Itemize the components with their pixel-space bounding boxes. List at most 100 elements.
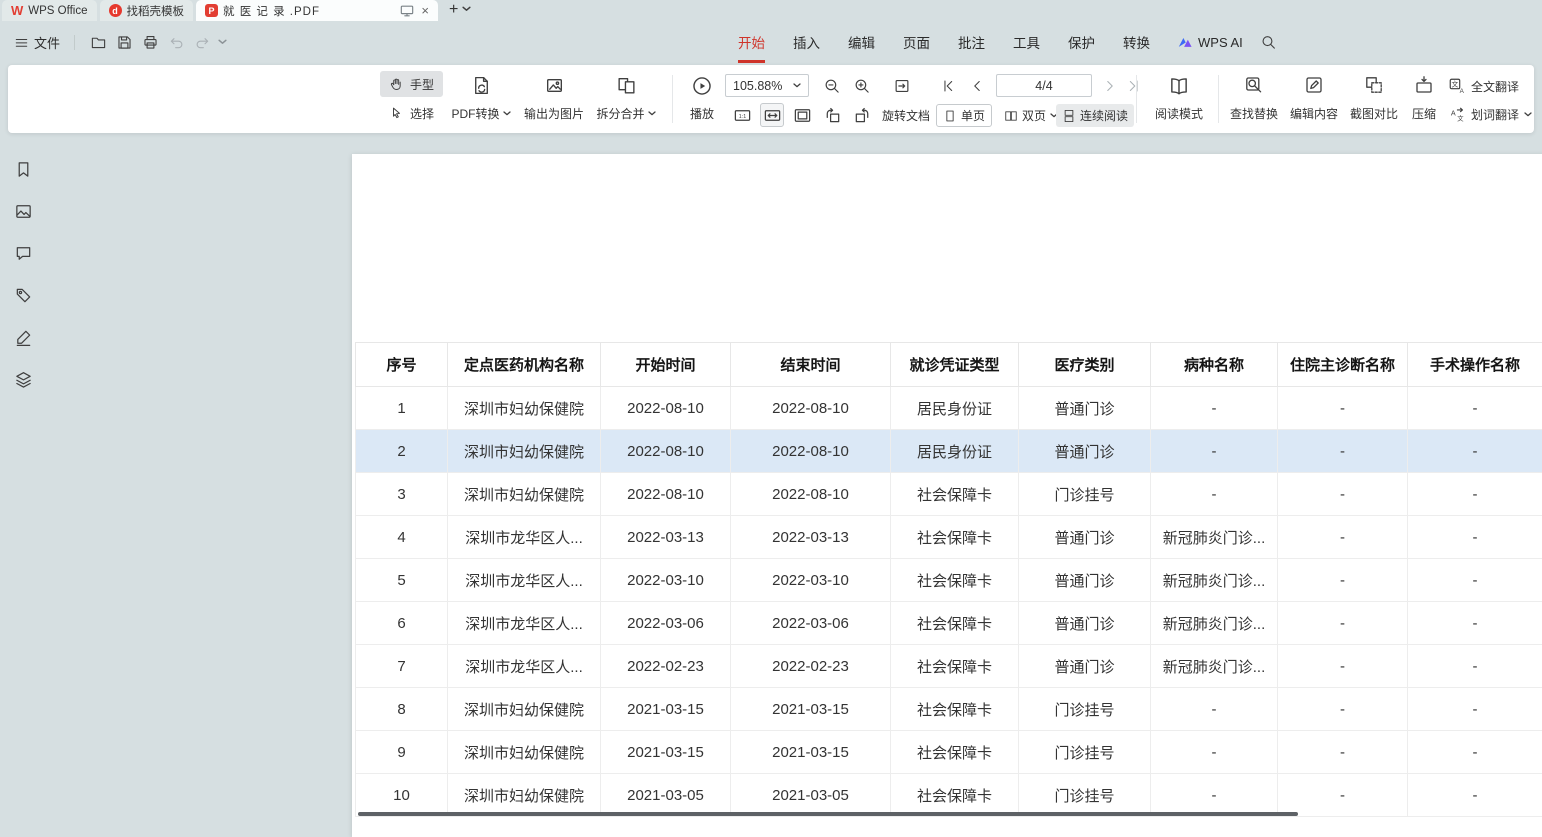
fit-width-icon[interactable]: [760, 103, 784, 127]
single-page-button[interactable]: 单页: [936, 104, 992, 127]
table-cell: 2022-03-10: [731, 559, 891, 602]
new-tab-icon[interactable]: +: [449, 1, 458, 19]
table-cell: 普通门诊: [1019, 559, 1151, 602]
table-horizontal-scrollbar[interactable]: [358, 812, 1298, 816]
save-icon[interactable]: [111, 29, 137, 55]
first-page-icon[interactable]: [936, 74, 960, 98]
page-indicator-input[interactable]: 4/4: [996, 74, 1092, 97]
column-header: 开始时间: [601, 343, 731, 387]
tab-docer-template[interactable]: d 找稻壳模板: [100, 0, 194, 21]
table-cell: 2022-03-06: [601, 602, 731, 645]
hand-tool-label: 手型: [410, 76, 434, 93]
pdf-convert-button[interactable]: PDF转换: [448, 72, 514, 126]
chevron-down-icon: [503, 111, 511, 116]
ribbon-tab-comment[interactable]: 批注: [944, 21, 999, 63]
table-cell: -: [1151, 688, 1278, 731]
open-file-icon[interactable]: [85, 29, 111, 55]
ribbon-tab-tools[interactable]: 工具: [999, 21, 1054, 63]
file-menu[interactable]: 文件: [10, 33, 64, 52]
wps-ai-logo-icon: [1177, 34, 1193, 50]
fit-window-icon[interactable]: [890, 74, 914, 98]
table-cell: 2021-03-15: [731, 731, 891, 774]
find-replace-button[interactable]: 查找替换: [1224, 72, 1284, 126]
rotate-right-icon[interactable]: [850, 103, 874, 127]
split-merge-button[interactable]: 拆分合并: [588, 72, 664, 126]
table-cell: 2022-08-10: [601, 387, 731, 430]
edit-content-label: 编辑内容: [1290, 105, 1338, 122]
ribbon-tab-edit[interactable]: 编辑: [834, 21, 889, 63]
table-cell: -: [1408, 473, 1542, 516]
read-mode-button[interactable]: 阅读模式: [1145, 72, 1213, 126]
table-cell: -: [1408, 688, 1542, 731]
table-cell: 深圳市龙华区人...: [448, 516, 601, 559]
full-translate-button[interactable]: 文A 全文翻译: [1448, 77, 1519, 95]
edit-content-button[interactable]: 编辑内容: [1284, 72, 1344, 126]
print-icon[interactable]: [137, 29, 163, 55]
export-image-icon: [544, 75, 565, 96]
next-page-icon[interactable]: [1098, 74, 1122, 98]
table-cell: 深圳市龙华区人...: [448, 645, 601, 688]
zoom-in-icon[interactable]: [850, 74, 874, 98]
select-tool-button[interactable]: 选择: [380, 100, 443, 126]
ribbon-tab-convert[interactable]: 转换: [1109, 21, 1164, 63]
prev-page-icon[interactable]: [965, 74, 989, 98]
table-cell: 新冠肺炎门诊...: [1151, 602, 1278, 645]
table-row: 5深圳市龙华区人...2022-03-102022-03-10社会保障卡普通门诊…: [356, 559, 1542, 602]
continuous-read-button[interactable]: 连续阅读: [1056, 104, 1134, 127]
split-merge-label: 拆分合并: [596, 105, 644, 122]
tab-document[interactable]: P 就 医 记 录 .PDF ×: [196, 0, 438, 21]
tab-list-chevron-icon[interactable]: [462, 0, 471, 17]
search-icon[interactable]: [1256, 29, 1282, 55]
table-cell: 2021-03-05: [731, 774, 891, 817]
ribbon-tab-protect[interactable]: 保护: [1054, 21, 1109, 63]
table-cell: 门诊挂号: [1019, 473, 1151, 516]
compress-button[interactable]: 压缩: [1400, 72, 1448, 126]
table-cell: 普通门诊: [1019, 645, 1151, 688]
divider: [74, 35, 75, 50]
layers-icon[interactable]: [12, 368, 34, 390]
monitor-icon[interactable]: [400, 4, 414, 18]
ribbon-tab-page[interactable]: 页面: [889, 21, 944, 63]
close-icon[interactable]: ×: [421, 3, 429, 18]
last-page-icon[interactable]: [1122, 74, 1146, 98]
double-page-button[interactable]: 双页: [998, 104, 1064, 127]
bookmark-icon[interactable]: [12, 158, 34, 180]
table-cell: 2022-03-13: [731, 516, 891, 559]
wps-ai-button[interactable]: WPS AI: [1164, 21, 1256, 63]
chevron-down-icon: [793, 83, 801, 88]
word-translate-button[interactable]: A文 划词翻译: [1448, 105, 1532, 123]
fit-page-icon[interactable]: [790, 103, 814, 127]
sidebar-rail: [7, 158, 39, 390]
comment-icon[interactable]: [12, 242, 34, 264]
zoom-level-select[interactable]: 105.88%: [725, 74, 809, 97]
ribbon-tab-insert[interactable]: 插入: [779, 21, 834, 63]
tag-icon[interactable]: [12, 284, 34, 306]
table-cell: -: [1408, 774, 1542, 817]
undo-icon[interactable]: [163, 29, 189, 55]
table-cell: 9: [356, 731, 448, 774]
thumbnail-icon[interactable]: [12, 200, 34, 222]
play-button[interactable]: 播放: [680, 72, 724, 126]
pdf-file-icon: P: [205, 4, 218, 17]
export-image-button[interactable]: 输出为图片: [516, 72, 592, 126]
table-row: 1深圳市妇幼保健院2022-08-102022-08-10居民身份证普通门诊--…: [356, 387, 1542, 430]
table-row: 8深圳市妇幼保健院2021-03-152021-03-15社会保障卡门诊挂号--…: [356, 688, 1542, 731]
screenshot-compare-button[interactable]: 截图对比: [1344, 72, 1404, 126]
find-replace-icon: [1244, 75, 1264, 95]
table-cell: 深圳市妇幼保健院: [448, 430, 601, 473]
table-cell: -: [1151, 473, 1278, 516]
one-to-one-icon[interactable]: 1:1: [730, 103, 754, 127]
hand-tool-button[interactable]: 手型: [380, 71, 443, 97]
redo-icon[interactable]: [189, 29, 215, 55]
signature-icon[interactable]: [12, 326, 34, 348]
undo-history-chevron-icon[interactable]: [215, 29, 229, 55]
tab-wps-office[interactable]: W WPS Office: [2, 0, 97, 21]
window-tab-bar: W WPS Office d 找稻壳模板 P 就 医 记 录 .PDF × +: [0, 0, 1542, 21]
rotate-document-button[interactable]: 旋转文档: [876, 104, 936, 127]
play-icon: [691, 75, 713, 97]
table-cell: 门诊挂号: [1019, 731, 1151, 774]
zoom-value: 105.88%: [733, 79, 782, 93]
zoom-out-icon[interactable]: [820, 74, 844, 98]
rotate-left-icon[interactable]: [820, 103, 844, 127]
ribbon-tab-home[interactable]: 开始: [724, 21, 779, 63]
